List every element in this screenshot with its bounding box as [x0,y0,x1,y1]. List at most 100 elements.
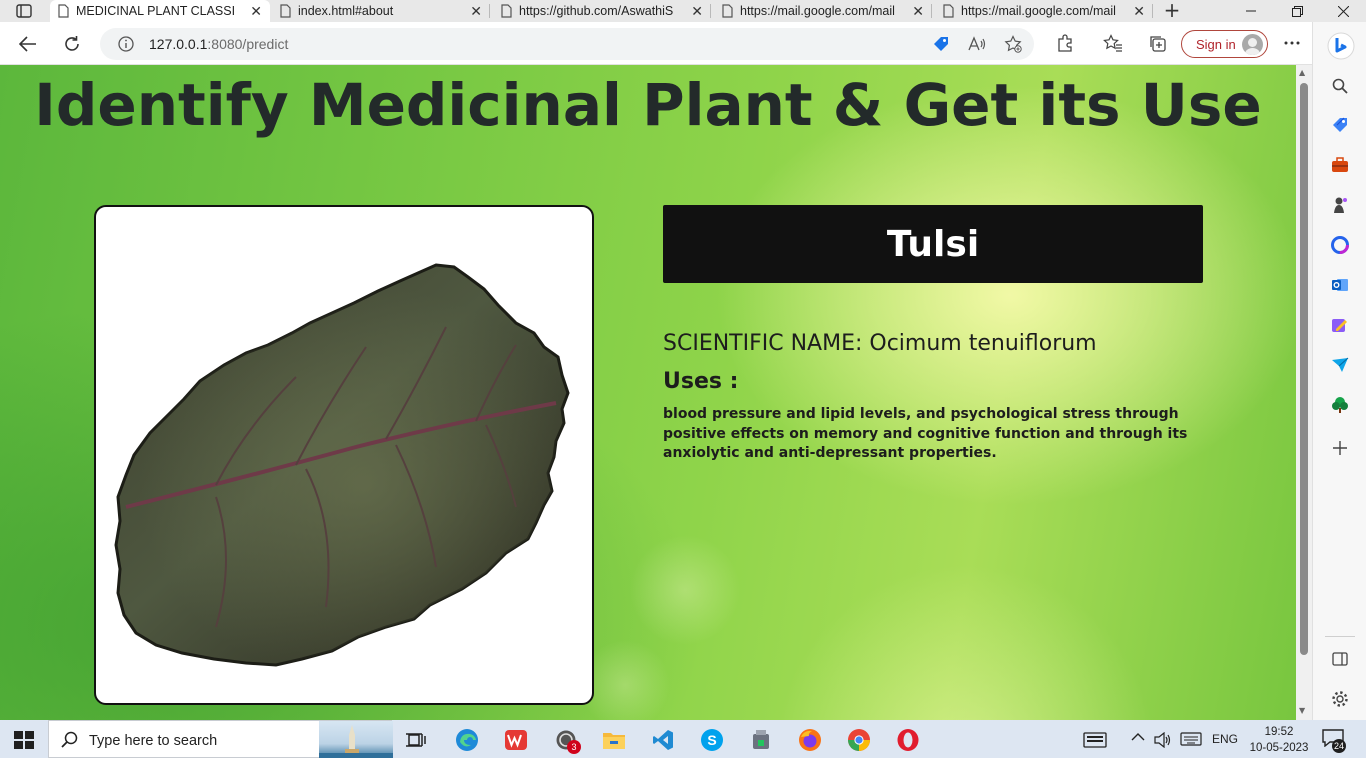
restore-icon[interactable] [1274,0,1320,22]
search-icon [61,731,78,748]
avatar [1242,34,1263,55]
url-text: 127.0.0.1:8080/predict [149,36,288,52]
notifications-icon[interactable]: 24 [1322,729,1346,753]
opera-icon[interactable] [895,727,921,753]
tab-gmail-2[interactable]: https://mail.google.com/mail ✕ [935,0,1153,22]
more-options-icon[interactable] [1282,33,1302,53]
tab-medicinal-plant[interactable]: MEDICINAL PLANT CLASSIFIC ✕ [50,0,270,22]
vscode-icon[interactable] [650,727,676,753]
scrollbar-thumb[interactable] [1300,83,1308,655]
touch-keyboard-icon[interactable] [1180,732,1202,749]
tab-title: index.html#about [298,4,394,18]
skype-icon[interactable]: S [699,727,725,753]
tab-title: https://github.com/AswathiS [519,4,674,18]
close-tab-icon[interactable]: ✕ [691,3,703,20]
tab-index-about[interactable]: index.html#about ✕ [272,0,490,22]
new-tab-icon[interactable]: + [1160,0,1184,22]
favorites-icon[interactable] [1103,33,1123,53]
add-icon[interactable] [1330,438,1350,458]
tab-github[interactable]: https://github.com/AswathiS ✕ [493,0,711,22]
shopping-tag-icon[interactable] [932,35,950,53]
minimize-icon[interactable] [1228,0,1274,22]
url-path: :8080/predict [207,36,289,52]
svg-text:S: S [707,732,716,748]
plant-name: Tulsi [886,223,980,265]
browser-toolbar: 127.0.0.1:8080/predict Sign in [0,22,1312,65]
tab-strip: MEDICINAL PLANT CLASSIFIC ✕ index.html#a… [0,0,1366,22]
page-icon [501,4,512,18]
outlook-icon[interactable] [1330,275,1350,295]
predicted-plant-name-box: Tulsi [663,205,1203,283]
wps-office-icon[interactable] [503,727,529,753]
clock-time: 19:52 [1264,726,1294,738]
scroll-down-icon[interactable]: ▼ [1299,706,1305,715]
recycle-app-icon[interactable] [748,727,774,753]
microsoft-365-icon[interactable] [1330,235,1350,255]
add-favorite-icon[interactable] [1004,35,1022,53]
bing-chat-icon[interactable] [1327,32,1355,60]
tulsi-leaf-picture [114,263,570,667]
page-icon [58,4,69,18]
page-title: Identify Medicinal Plant & Get its Use [34,71,1262,139]
sign-in-label: Sign in [1196,36,1236,52]
read-aloud-icon[interactable] [968,35,986,53]
volume-icon[interactable] [1154,731,1172,751]
page-icon [722,4,733,18]
address-bar[interactable]: 127.0.0.1:8080/predict [100,28,1034,60]
designer-icon[interactable] [1330,315,1350,335]
close-tab-icon[interactable]: ✕ [250,3,262,20]
info-icon[interactable] [118,36,134,56]
uploaded-leaf-image [94,205,594,705]
language-indicator[interactable]: ENG [1212,732,1238,746]
page-viewport: Identify Medicinal Plant & Get its Use T… [0,65,1296,720]
games-icon[interactable] [1330,195,1350,215]
taskbar-search-box[interactable]: Type here to search [48,720,393,758]
notification-count: 24 [1332,739,1346,753]
tab-title: MEDICINAL PLANT CLASSIFIC [76,4,234,18]
tab-title: https://mail.google.com/mail [740,4,895,18]
windows-taskbar: Type here to search 3 S ENG 19:52 10-05-… [0,720,1366,758]
uses-heading: Uses : [663,369,739,394]
tab-actions-icon[interactable] [8,2,40,20]
shopping-icon[interactable] [1330,115,1350,135]
send-icon[interactable] [1330,355,1350,375]
scientific-name: SCIENTIFIC NAME: Ocimum tenuiflorum [663,331,1097,356]
scroll-up-icon[interactable]: ▲ [1299,68,1305,77]
tab-gmail-1[interactable]: https://mail.google.com/mail ✕ [714,0,932,22]
search-highlight-image [319,721,393,758]
page-icon [943,4,954,18]
page-icon [280,4,291,18]
hide-sidebar-icon[interactable] [1330,649,1350,669]
page-scrollbar[interactable]: ▲ ▼ [1296,65,1312,720]
refresh-icon[interactable] [58,30,86,58]
extensions-icon[interactable] [1055,33,1075,53]
tree-icon[interactable] [1330,395,1350,415]
close-window-icon[interactable] [1320,0,1366,22]
keyboard-layout-icon[interactable] [1082,727,1108,753]
whatsapp-badge: 3 [567,740,581,754]
firefox-icon[interactable] [797,727,823,753]
edge-sidebar [1312,22,1366,720]
edge-app-icon[interactable] [454,727,480,753]
close-tab-icon[interactable]: ✕ [912,3,924,20]
uses-description: blood pressure and lipid levels, and psy… [663,406,1188,461]
collections-icon[interactable] [1147,33,1167,53]
sign-in-button[interactable]: Sign in [1181,30,1268,58]
tools-icon[interactable] [1330,155,1350,175]
close-tab-icon[interactable]: ✕ [470,3,482,20]
windows-start-icon[interactable] [14,731,34,749]
search-placeholder: Type here to search [89,733,218,749]
search-icon[interactable] [1330,76,1350,96]
tab-title: https://mail.google.com/mail [961,4,1116,18]
whatsapp-icon[interactable]: 3 [553,727,581,754]
show-hidden-icons-icon[interactable] [1131,731,1145,745]
task-view-icon[interactable] [403,727,429,753]
system-clock[interactable]: 19:52 10-05-2023 [1248,724,1310,756]
url-host: 127.0.0.1 [149,36,208,52]
chrome-icon[interactable] [846,727,872,753]
clock-date: 10-05-2023 [1249,742,1309,754]
settings-gear-icon[interactable] [1330,689,1350,709]
close-tab-icon[interactable]: ✕ [1133,3,1145,20]
file-explorer-icon[interactable] [601,727,627,753]
back-arrow-icon[interactable] [14,30,42,58]
